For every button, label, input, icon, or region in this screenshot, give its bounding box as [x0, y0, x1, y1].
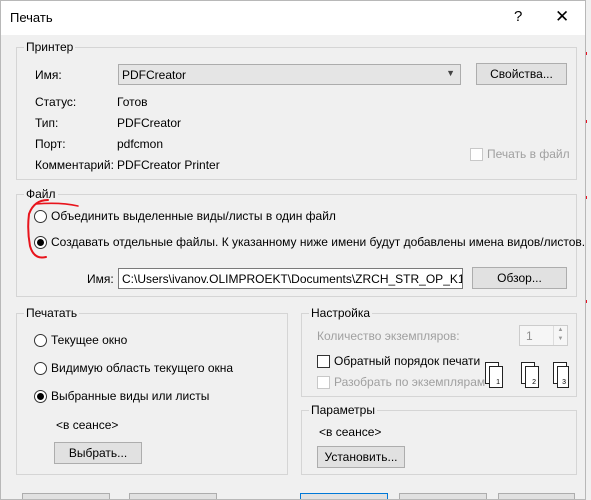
radio-indicator — [34, 361, 47, 375]
type-label: Тип: — [35, 116, 59, 130]
type-value: PDFCreator — [117, 116, 182, 130]
print-range-group: Печатать Текущее окно Видимую область те… — [16, 306, 288, 475]
combine-files-radio[interactable]: Объединить выделенные виды/листы в один … — [34, 209, 336, 223]
parameters-group: Параметры <в сеансе> Установить... — [301, 403, 577, 475]
print-to-file-label: Печать в файл — [487, 147, 570, 161]
bottom-button[interactable] — [399, 493, 487, 499]
select-button[interactable]: Выбрать... — [54, 442, 142, 464]
chevron-down-icon[interactable]: ▼ — [554, 335, 567, 344]
copies-spinner[interactable]: 1 ▲ ▼ — [519, 325, 568, 346]
status-value: Готов — [117, 95, 148, 109]
chevron-up-icon[interactable]: ▲ — [554, 326, 567, 335]
ok-button[interactable] — [300, 493, 388, 499]
visible-area-label: Видимую область текущего окна — [51, 361, 234, 375]
properties-button[interactable]: Свойства... — [476, 63, 567, 85]
port-value: pdfcmon — [117, 137, 164, 151]
checkbox-box — [470, 147, 483, 161]
settings-group-title: Настройка — [309, 306, 373, 320]
printer-name-dropdown[interactable]: PDFCreator ▼ — [118, 64, 461, 85]
collate-label: Разобрать по экземплярам — [334, 375, 486, 389]
selected-views-radio[interactable]: Выбранные виды или листы — [34, 389, 209, 403]
current-window-radio[interactable]: Текущее окно — [34, 333, 127, 347]
bottom-button[interactable] — [129, 493, 217, 499]
printer-group: Принтер Имя: PDFCreator ▼ Свойства... Ст… — [16, 40, 577, 180]
bottom-button[interactable] — [498, 493, 575, 499]
printer-name-label: Имя: — [35, 68, 62, 82]
collate-sheet-icon: 1 — [489, 366, 503, 388]
checkbox-box — [317, 354, 330, 368]
collate-sheet-icon: 3 — [557, 366, 569, 388]
bottom-button[interactable] — [22, 493, 110, 499]
file-name-value: C:\Users\ivanov.OLIMPROEKT\Documents\ZRC… — [122, 272, 462, 286]
collate-checkbox[interactable]: Разобрать по экземплярам — [317, 375, 485, 389]
parameters-session-text: <в сеансе> — [319, 425, 382, 439]
dialog-title: Печать — [10, 10, 53, 25]
separate-files-label: Создавать отдельные файлы. К указанному … — [51, 235, 586, 249]
copies-label: Количество экземпляров: — [317, 329, 460, 343]
checkbox-box — [317, 375, 330, 389]
browse-button[interactable]: Обзор... — [472, 267, 567, 289]
file-name-label: Имя: — [87, 272, 114, 286]
collate-sheet-icon: 2 — [525, 366, 539, 388]
comment-label: Комментарий: — [35, 158, 114, 172]
chevron-down-icon: ▼ — [446, 68, 455, 78]
separate-files-radio[interactable]: Создавать отдельные файлы. К указанному … — [34, 235, 585, 249]
file-group-title: Файл — [24, 187, 58, 201]
print-to-file-checkbox[interactable]: Печать в файл — [470, 147, 570, 161]
spinner-arrows[interactable]: ▲ ▼ — [553, 326, 567, 345]
file-name-input[interactable]: C:\Users\ivanov.OLIMPROEKT\Documents\ZRC… — [118, 268, 463, 289]
printer-group-title: Принтер — [24, 40, 76, 54]
status-label: Статус: — [35, 95, 77, 109]
port-label: Порт: — [35, 137, 66, 151]
settings-group: Настройка Количество экземпляров: 1 ▲ ▼ … — [301, 306, 577, 397]
print-range-group-title: Печатать — [24, 306, 80, 320]
parameters-group-title: Параметры — [309, 403, 377, 417]
setup-button[interactable]: Установить... — [317, 446, 405, 468]
print-range-session-text: <в сеансе> — [56, 418, 119, 432]
visible-area-radio[interactable]: Видимую область текущего окна — [34, 361, 233, 375]
radio-indicator — [34, 235, 47, 249]
printer-name-value: PDFCreator — [122, 68, 187, 82]
title-bar: Печать ? ✕ — [1, 1, 585, 35]
question-mark-icon[interactable]: ? — [514, 8, 522, 25]
copies-value: 1 — [526, 329, 533, 343]
file-group: Файл Объединить выделенные виды/листы в … — [16, 187, 585, 297]
close-icon[interactable]: ✕ — [555, 7, 569, 27]
radio-indicator — [34, 389, 47, 403]
print-dialog: Печать ? ✕ Принтер Имя: PDFCreator ▼ Сво… — [0, 0, 586, 500]
radio-indicator — [34, 333, 47, 347]
reverse-order-label: Обратный порядок печати — [334, 354, 481, 368]
reverse-order-checkbox[interactable]: Обратный порядок печати — [317, 354, 480, 368]
selected-views-label: Выбранные виды или листы — [51, 389, 210, 403]
radio-indicator — [34, 209, 47, 223]
combine-files-label: Объединить выделенные виды/листы в один … — [51, 209, 336, 223]
comment-value: PDFCreator Printer — [117, 158, 220, 172]
current-window-label: Текущее окно — [51, 333, 128, 347]
